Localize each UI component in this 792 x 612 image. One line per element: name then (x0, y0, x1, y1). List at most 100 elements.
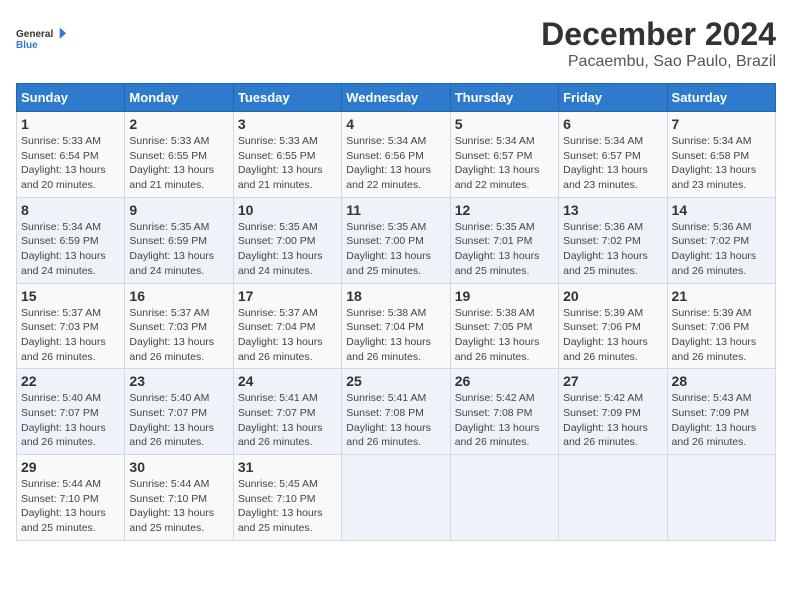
daylight-text: Daylight: 13 hours (129, 421, 228, 436)
day-info: Sunrise: 5:33 AM Sunset: 6:54 PM Dayligh… (21, 134, 120, 193)
header-row: SundayMondayTuesdayWednesdayThursdayFrid… (17, 84, 776, 112)
daylight-text: Daylight: 13 hours (129, 335, 228, 350)
sunrise-text: Sunrise: 5:39 AM (563, 306, 662, 321)
calendar-cell: 22 Sunrise: 5:40 AM Sunset: 7:07 PM Dayl… (17, 369, 125, 455)
daylight-minutes: and 25 minutes. (129, 521, 228, 536)
daylight-minutes: and 25 minutes. (346, 264, 445, 279)
subtitle: Pacaembu, Sao Paulo, Brazil (541, 53, 776, 71)
day-number: 16 (129, 288, 228, 304)
daylight-minutes: and 26 minutes. (21, 435, 120, 450)
daylight-text: Daylight: 13 hours (563, 249, 662, 264)
sunset-text: Sunset: 6:57 PM (563, 149, 662, 164)
sunset-text: Sunset: 6:58 PM (672, 149, 771, 164)
week-row-2: 8 Sunrise: 5:34 AM Sunset: 6:59 PM Dayli… (17, 197, 776, 283)
calendar-cell: 15 Sunrise: 5:37 AM Sunset: 7:03 PM Dayl… (17, 283, 125, 369)
sunrise-text: Sunrise: 5:44 AM (21, 477, 120, 492)
logo-svg: General Blue (16, 16, 66, 61)
calendar-cell: 25 Sunrise: 5:41 AM Sunset: 7:08 PM Dayl… (342, 369, 450, 455)
calendar-cell (667, 455, 775, 541)
logo: General Blue (16, 16, 66, 61)
day-number: 10 (238, 202, 337, 218)
sunset-text: Sunset: 7:01 PM (455, 234, 554, 249)
daylight-text: Daylight: 13 hours (455, 163, 554, 178)
daylight-minutes: and 26 minutes. (238, 350, 337, 365)
day-number: 20 (563, 288, 662, 304)
daylight-text: Daylight: 13 hours (455, 249, 554, 264)
daylight-minutes: and 20 minutes. (21, 178, 120, 193)
daylight-minutes: and 24 minutes. (21, 264, 120, 279)
sunset-text: Sunset: 7:00 PM (346, 234, 445, 249)
daylight-minutes: and 25 minutes. (238, 521, 337, 536)
calendar-cell: 12 Sunrise: 5:35 AM Sunset: 7:01 PM Dayl… (450, 197, 558, 283)
sunrise-text: Sunrise: 5:36 AM (563, 220, 662, 235)
daylight-minutes: and 25 minutes. (21, 521, 120, 536)
day-info: Sunrise: 5:44 AM Sunset: 7:10 PM Dayligh… (129, 477, 228, 536)
calendar-cell: 26 Sunrise: 5:42 AM Sunset: 7:08 PM Dayl… (450, 369, 558, 455)
calendar-cell: 17 Sunrise: 5:37 AM Sunset: 7:04 PM Dayl… (233, 283, 341, 369)
calendar-cell (342, 455, 450, 541)
calendar-cell: 13 Sunrise: 5:36 AM Sunset: 7:02 PM Dayl… (559, 197, 667, 283)
day-info: Sunrise: 5:38 AM Sunset: 7:05 PM Dayligh… (455, 306, 554, 365)
day-number: 25 (346, 373, 445, 389)
sunrise-text: Sunrise: 5:34 AM (563, 134, 662, 149)
daylight-text: Daylight: 13 hours (346, 335, 445, 350)
sunrise-text: Sunrise: 5:39 AM (672, 306, 771, 321)
header-thursday: Thursday (450, 84, 558, 112)
sunset-text: Sunset: 6:59 PM (21, 234, 120, 249)
day-info: Sunrise: 5:43 AM Sunset: 7:09 PM Dayligh… (672, 391, 771, 450)
daylight-minutes: and 24 minutes. (238, 264, 337, 279)
day-info: Sunrise: 5:42 AM Sunset: 7:08 PM Dayligh… (455, 391, 554, 450)
daylight-minutes: and 26 minutes. (563, 435, 662, 450)
calendar-cell: 7 Sunrise: 5:34 AM Sunset: 6:58 PM Dayli… (667, 112, 775, 198)
calendar-cell: 16 Sunrise: 5:37 AM Sunset: 7:03 PM Dayl… (125, 283, 233, 369)
day-number: 4 (346, 116, 445, 132)
sunset-text: Sunset: 7:03 PM (129, 320, 228, 335)
header-saturday: Saturday (667, 84, 775, 112)
sunrise-text: Sunrise: 5:37 AM (21, 306, 120, 321)
day-info: Sunrise: 5:34 AM Sunset: 6:57 PM Dayligh… (455, 134, 554, 193)
sunrise-text: Sunrise: 5:38 AM (455, 306, 554, 321)
sunset-text: Sunset: 7:05 PM (455, 320, 554, 335)
sunset-text: Sunset: 7:02 PM (672, 234, 771, 249)
sunrise-text: Sunrise: 5:33 AM (129, 134, 228, 149)
day-info: Sunrise: 5:39 AM Sunset: 7:06 PM Dayligh… (563, 306, 662, 365)
sunrise-text: Sunrise: 5:33 AM (238, 134, 337, 149)
sunset-text: Sunset: 7:00 PM (238, 234, 337, 249)
sunset-text: Sunset: 7:10 PM (129, 492, 228, 507)
sunrise-text: Sunrise: 5:34 AM (21, 220, 120, 235)
daylight-minutes: and 22 minutes. (346, 178, 445, 193)
sunset-text: Sunset: 7:07 PM (129, 406, 228, 421)
header-sunday: Sunday (17, 84, 125, 112)
calendar-cell: 1 Sunrise: 5:33 AM Sunset: 6:54 PM Dayli… (17, 112, 125, 198)
calendar-table: SundayMondayTuesdayWednesdayThursdayFrid… (16, 83, 776, 541)
day-info: Sunrise: 5:34 AM Sunset: 6:59 PM Dayligh… (21, 220, 120, 279)
calendar-cell: 20 Sunrise: 5:39 AM Sunset: 7:06 PM Dayl… (559, 283, 667, 369)
sunrise-text: Sunrise: 5:41 AM (346, 391, 445, 406)
day-number: 2 (129, 116, 228, 132)
sunset-text: Sunset: 7:07 PM (238, 406, 337, 421)
sunrise-text: Sunrise: 5:37 AM (238, 306, 337, 321)
sunrise-text: Sunrise: 5:41 AM (238, 391, 337, 406)
day-info: Sunrise: 5:37 AM Sunset: 7:03 PM Dayligh… (129, 306, 228, 365)
day-number: 1 (21, 116, 120, 132)
calendar-cell: 8 Sunrise: 5:34 AM Sunset: 6:59 PM Dayli… (17, 197, 125, 283)
sunrise-text: Sunrise: 5:35 AM (346, 220, 445, 235)
calendar-cell: 27 Sunrise: 5:42 AM Sunset: 7:09 PM Dayl… (559, 369, 667, 455)
daylight-minutes: and 26 minutes. (455, 350, 554, 365)
daylight-minutes: and 26 minutes. (129, 350, 228, 365)
daylight-text: Daylight: 13 hours (672, 335, 771, 350)
day-number: 11 (346, 202, 445, 218)
sunrise-text: Sunrise: 5:40 AM (129, 391, 228, 406)
sunset-text: Sunset: 7:10 PM (21, 492, 120, 507)
daylight-minutes: and 26 minutes. (346, 435, 445, 450)
day-number: 28 (672, 373, 771, 389)
daylight-text: Daylight: 13 hours (672, 249, 771, 264)
calendar-cell: 5 Sunrise: 5:34 AM Sunset: 6:57 PM Dayli… (450, 112, 558, 198)
daylight-minutes: and 22 minutes. (455, 178, 554, 193)
day-number: 31 (238, 459, 337, 475)
day-info: Sunrise: 5:34 AM Sunset: 6:56 PM Dayligh… (346, 134, 445, 193)
day-info: Sunrise: 5:33 AM Sunset: 6:55 PM Dayligh… (129, 134, 228, 193)
daylight-text: Daylight: 13 hours (21, 163, 120, 178)
header-monday: Monday (125, 84, 233, 112)
sunrise-text: Sunrise: 5:38 AM (346, 306, 445, 321)
